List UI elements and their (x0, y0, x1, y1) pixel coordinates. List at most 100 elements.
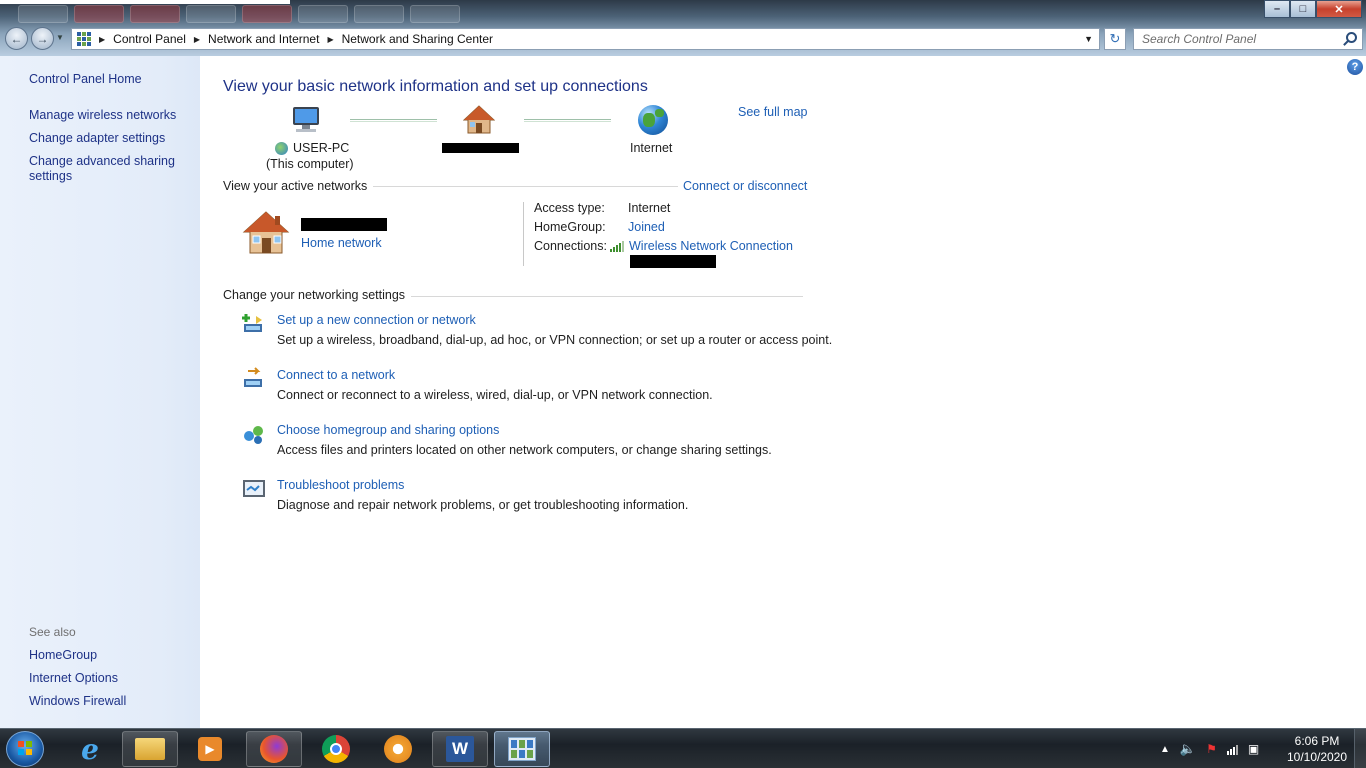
breadcrumb-network-internet[interactable]: Network and Internet ▶ (208, 32, 342, 46)
minimize-button[interactable]: – (1264, 0, 1290, 18)
control-panel-home-link[interactable]: Control Panel Home (29, 72, 142, 87)
media-player-button[interactable]: ▶ (182, 731, 238, 767)
start-button[interactable] (6, 731, 44, 767)
breadcrumb-root-chevron[interactable]: ▶ (91, 35, 113, 44)
main-content: ? View your basic network information an… (200, 56, 1366, 728)
file-explorer-icon (135, 738, 165, 760)
back-button[interactable]: ← (5, 27, 28, 50)
see-also-heading: See also (29, 625, 76, 639)
chrome-icon (322, 735, 350, 763)
settings-app-icon (384, 735, 412, 763)
action-center-flag-icon[interactable]: ⚑ (1206, 742, 1217, 756)
show-desktop-button[interactable] (1354, 729, 1366, 768)
background-tab (74, 5, 124, 23)
redacted-connection-name (630, 255, 716, 268)
troubleshoot-problems-description: Diagnose and repair network problems, or… (277, 498, 689, 512)
new-connection-icon (242, 312, 266, 336)
firefox-button[interactable] (246, 731, 302, 767)
minimize-icon: – (1273, 3, 1281, 15)
clock[interactable]: 6:06 PM 10/10/2020 (1282, 733, 1352, 765)
volume-icon[interactable]: 🔈 (1180, 741, 1196, 757)
map-connector-line (524, 119, 611, 122)
page-title: View your basic network information and … (223, 78, 648, 95)
background-tab (130, 5, 180, 23)
background-tab (242, 5, 292, 23)
breadcrumb-control-panel[interactable]: Control Panel ▶ (113, 32, 208, 46)
connect-to-network-link[interactable]: Connect to a network (277, 368, 395, 382)
control-panel-taskbar-button[interactable] (494, 731, 550, 767)
window-chrome: – □ ✕ ← → ▼ ▶ Control Panel ▶ Network and… (0, 0, 1366, 56)
search-input[interactable] (1134, 29, 1334, 49)
forward-arrow-icon: → (36, 31, 49, 46)
homegroup-sharing-options-link[interactable]: Choose homegroup and sharing options (277, 423, 499, 437)
windows-firewall-link[interactable]: Windows Firewall (29, 694, 126, 709)
wireless-network-connection-link[interactable]: Wireless Network Connection (629, 239, 793, 253)
active-networks-heading: View your active networks (223, 179, 374, 193)
manage-wireless-networks-link[interactable]: Manage wireless networks (29, 108, 176, 123)
background-tab (298, 5, 348, 23)
forward-button[interactable]: → (31, 27, 54, 50)
search-box[interactable] (1133, 28, 1363, 50)
wireless-signal-icon (610, 240, 624, 252)
computer-icon (290, 106, 322, 134)
connect-to-network-description: Connect or reconnect to a wireless, wire… (277, 388, 713, 402)
change-advanced-sharing-settings-link[interactable]: Change advanced sharing settings (29, 154, 189, 184)
power-icon[interactable]: ▣ (1248, 742, 1259, 756)
redacted-network-name (442, 143, 519, 153)
settings-app-button[interactable] (370, 731, 426, 767)
networking-settings-heading: Change your networking settings (223, 288, 412, 302)
help-icon[interactable]: ? (1347, 59, 1363, 75)
clock-date: 10/10/2020 (1286, 750, 1348, 764)
system-tray: ▲ 🔈 ⚑ ▣ (1160, 729, 1259, 768)
windows-logo-icon (18, 741, 32, 755)
close-icon: ✕ (1334, 3, 1344, 16)
window-controls: – □ ✕ (1264, 0, 1362, 18)
close-button[interactable]: ✕ (1316, 0, 1362, 18)
internet-explorer-icon: e (81, 732, 99, 766)
troubleshoot-problems-link[interactable]: Troubleshoot problems (277, 478, 404, 492)
homegroup-joined-link[interactable]: Joined (628, 220, 665, 234)
background-tab (354, 5, 404, 23)
homegroup-sharing-options-description: Access files and printers located on oth… (277, 443, 772, 457)
troubleshoot-icon (242, 477, 266, 501)
homegroup-link[interactable]: HomeGroup (29, 648, 97, 663)
home-network-type-link[interactable]: Home network (301, 236, 382, 250)
maximize-icon: □ (1299, 3, 1307, 15)
network-signal-icon[interactable] (1226, 743, 1238, 755)
media-player-icon: ▶ (198, 737, 222, 761)
address-dropdown-icon[interactable]: ▼ (1084, 34, 1093, 44)
set-up-connection-link[interactable]: Set up a new connection or network (277, 313, 476, 327)
search-icon[interactable] (1346, 32, 1357, 43)
redacted-network-name (301, 218, 387, 231)
show-hidden-icons-icon[interactable]: ▲ (1160, 744, 1170, 755)
access-type-value: Internet (628, 201, 671, 215)
control-panel-icon (508, 737, 536, 761)
refresh-button[interactable]: ↻ (1104, 28, 1126, 50)
set-up-connection-description: Set up a wireless, broadband, dial-up, a… (277, 333, 833, 347)
homegroup-icon (242, 422, 266, 446)
internet-explorer-button[interactable]: e (62, 731, 118, 767)
see-full-map-link[interactable]: See full map (738, 105, 807, 119)
background-tab (18, 5, 68, 23)
change-adapter-settings-link[interactable]: Change adapter settings (29, 131, 165, 146)
map-connector-line (350, 119, 437, 122)
sidebar: Control Panel Home Manage wireless netwo… (0, 56, 200, 728)
globe-icon (638, 105, 668, 135)
refresh-icon: ↻ (1109, 31, 1121, 46)
background-tabs (0, 0, 1366, 28)
recent-pages-dropdown[interactable]: ▼ (56, 33, 64, 42)
internet-options-link[interactable]: Internet Options (29, 671, 118, 686)
computer-sublabel: (This computer) (266, 157, 354, 171)
chrome-button[interactable] (308, 731, 364, 767)
file-explorer-button[interactable] (122, 731, 178, 767)
address-bar[interactable]: ▶ Control Panel ▶ Network and Internet ▶ N… (71, 28, 1100, 50)
maximize-button[interactable]: □ (1290, 0, 1316, 18)
control-panel-icon (77, 32, 91, 46)
access-type-label: Access type: (534, 201, 605, 215)
word-button[interactable]: W (432, 731, 488, 767)
word-icon: W (446, 736, 474, 762)
computer-name: USER-PC (293, 141, 350, 155)
connect-or-disconnect-link[interactable]: Connect or disconnect (683, 179, 807, 193)
breadcrumb-network-sharing-center[interactable]: Network and Sharing Center (342, 32, 493, 46)
back-arrow-icon: ← (10, 31, 23, 46)
